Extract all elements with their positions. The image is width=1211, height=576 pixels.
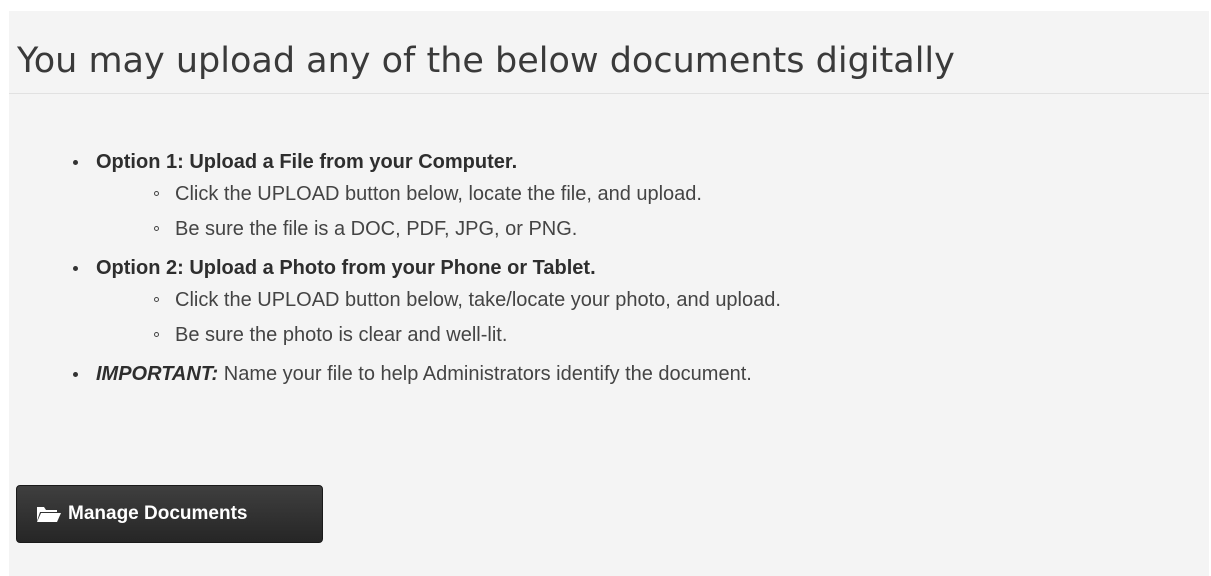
option-1-item: Option 1: Upload a File from your Comput…: [9, 149, 781, 247]
folder-open-icon: [36, 505, 62, 523]
important-text: Name your file to help Administrators id…: [218, 363, 752, 385]
option-2-title: Option 2: Upload a Photo from your Phone…: [96, 257, 596, 279]
option-2-step-2: Be sure the photo is clear and well-lit.: [96, 318, 781, 353]
option-2-item: Option 2: Upload a Photo from your Phone…: [9, 255, 781, 353]
important-label: IMPORTANT:: [96, 363, 219, 385]
upload-options-list: Option 1: Upload a File from your Comput…: [9, 149, 781, 396]
manage-documents-label: Manage Documents: [68, 503, 248, 524]
option-2-step-1: Click the UPLOAD button below, take/loca…: [96, 283, 781, 318]
heading-divider: [9, 93, 1209, 94]
option-1-steps: Click the UPLOAD button below, locate th…: [96, 177, 781, 247]
option-1-step-2: Be sure the file is a DOC, PDF, JPG, or …: [96, 212, 781, 247]
upload-instructions-panel: You may upload any of the below document…: [9, 11, 1209, 576]
option-1-step-1: Click the UPLOAD button below, locate th…: [96, 177, 781, 212]
manage-documents-button[interactable]: Manage Documents: [16, 485, 323, 543]
page-title: You may upload any of the below document…: [17, 41, 955, 81]
important-note: IMPORTANT: Name your file to help Admini…: [96, 361, 781, 388]
option-2-steps: Click the UPLOAD button below, take/loca…: [96, 283, 781, 353]
important-note-item: IMPORTANT: Name your file to help Admini…: [9, 361, 781, 388]
option-1-title: Option 1: Upload a File from your Comput…: [96, 151, 518, 173]
